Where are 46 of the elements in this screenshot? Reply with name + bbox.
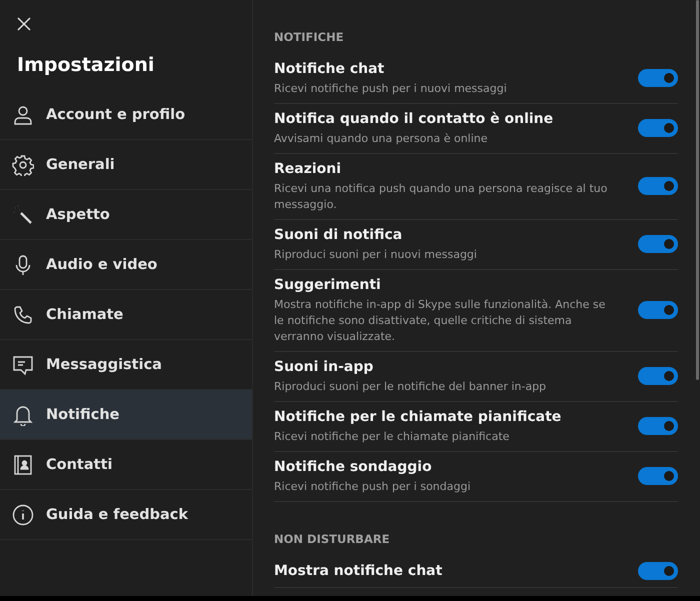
toggle-switch[interactable] [638, 301, 678, 319]
toggle-switch[interactable] [638, 235, 678, 253]
toggle-switch[interactable] [638, 367, 678, 385]
sidebar-item[interactable]: Notifiche [0, 390, 252, 440]
section-heading: NOTIFICHE [274, 30, 345, 44]
setting-description: Mostra notifiche in-app di Skype sulle funzionalità. Anche se le notifiche sono disattivate, quelle critiche di sistema verranno visualizzate. [274, 297, 606, 345]
setting-description: Ricevi notifiche push per i nuovi messaggi [274, 81, 508, 97]
setting-title: Notifica quando il contatto è online [274, 110, 554, 129]
phone-icon [12, 304, 34, 326]
sidebar-item[interactable]: Contatti [0, 440, 252, 490]
message-icon [12, 354, 34, 376]
person-icon [12, 104, 34, 126]
setting-description: Avvisami quando una persona è online [274, 131, 489, 147]
sidebar-item[interactable]: Audio e video [0, 240, 252, 290]
setting-description: Ricevi notifiche push per i sondaggi [274, 479, 472, 495]
setting-title: Notifiche per le chiamate pianificate [274, 408, 562, 427]
setting-title: Suggerimenti [274, 276, 382, 295]
settings-title: Impostazioni [17, 54, 156, 76]
close-icon[interactable] [16, 16, 32, 32]
setting-title: Reazioni [274, 160, 342, 179]
setting-description: Ricevi notifiche per le chiamate pianificate [274, 429, 510, 445]
scrollbar[interactable] [696, 0, 699, 380]
sidebar-item[interactable]: Guida e feedback [0, 490, 252, 540]
bell-icon [12, 404, 34, 426]
sidebar-item[interactable]: Generali [0, 140, 252, 190]
setting-title: Notifiche sondaggio [274, 458, 433, 477]
sidebar-item[interactable]: Account e profilo [0, 90, 252, 140]
toggle-switch[interactable] [638, 69, 678, 87]
setting-description: Ricevi una notifica push quando una persona reagisce al tuo messaggio. [274, 181, 608, 213]
section-heading: NON DISTURBARE [274, 532, 391, 546]
sidebar-item[interactable]: Aspetto [0, 190, 252, 240]
toggle-switch[interactable] [638, 119, 678, 137]
setting-title: Suoni di notifica [274, 226, 404, 245]
contact-icon [12, 454, 34, 476]
toggle-switch[interactable] [638, 177, 678, 195]
gear-icon [12, 154, 34, 176]
toggle-switch[interactable] [638, 417, 678, 435]
setting-description: Riproduci suoni per le notifiche del banner in-app [274, 379, 548, 395]
setting-title: Notifiche chat [274, 60, 386, 79]
sidebar-item[interactable]: Chiamate [0, 290, 252, 340]
setting-title: Suoni in-app [274, 358, 374, 377]
info-icon [12, 504, 34, 526]
setting-description: Riproduci suoni per i nuovi messaggi [274, 247, 478, 263]
toggle-switch[interactable] [638, 467, 678, 485]
toggle-switch[interactable] [638, 562, 678, 580]
setting-title: Mostra notifiche chat [274, 562, 444, 581]
